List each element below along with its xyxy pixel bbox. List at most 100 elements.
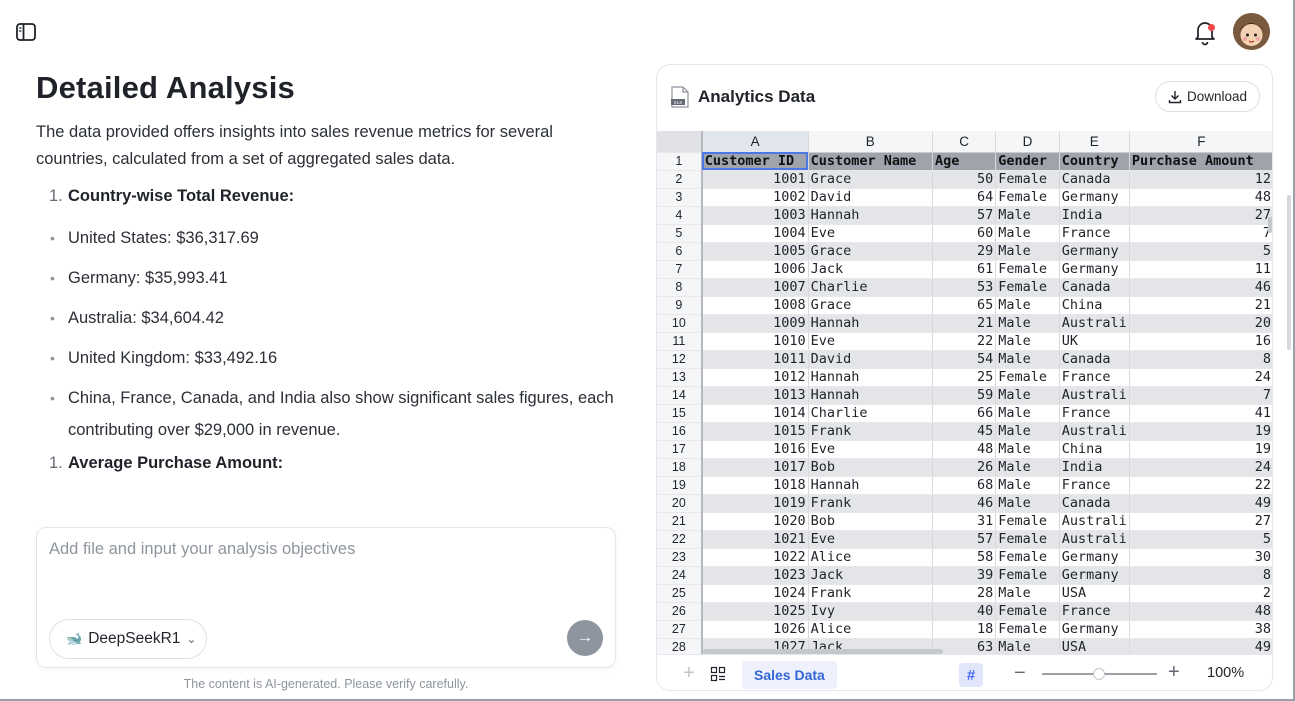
table-row[interactable]: 5 1004 Eve 60 Male France 7	[657, 224, 1272, 243]
table-cell[interactable]: 1024	[701, 584, 809, 603]
table-cell[interactable]: 1015	[701, 422, 809, 441]
column-header[interactable]: E	[1059, 131, 1130, 153]
table-cell[interactable]: Australi	[1059, 512, 1130, 531]
table-cell[interactable]: Hannah	[808, 386, 933, 405]
table-cell[interactable]: 5	[1129, 530, 1272, 549]
table-cell[interactable]: Hannah	[808, 206, 933, 225]
table-cell[interactable]: Eve	[808, 332, 933, 351]
table-row[interactable]: 6 1005 Grace 29 Male Germany 5	[657, 242, 1272, 261]
table-cell[interactable]: Female	[995, 170, 1060, 189]
zoom-slider-handle[interactable]	[1093, 668, 1105, 680]
table-cell[interactable]: 1006	[701, 260, 809, 279]
table-cell[interactable]: 1017	[701, 458, 809, 477]
table-cell[interactable]: 29	[932, 242, 997, 261]
table-cell[interactable]: Female	[995, 260, 1060, 279]
table-cell[interactable]: 16	[1129, 332, 1272, 351]
table-cell[interactable]: 1010	[701, 332, 809, 351]
table-cell[interactable]: Canada	[1059, 170, 1130, 189]
table-cell[interactable]: 54	[932, 350, 997, 369]
table-cell[interactable]: Australi	[1059, 422, 1130, 441]
table-cell[interactable]: 1007	[701, 278, 809, 297]
column-header[interactable]: C	[932, 131, 997, 153]
table-cell[interactable]: 1011	[701, 350, 809, 369]
row-number[interactable]: 27	[657, 620, 703, 639]
table-cell[interactable]: Germany	[1059, 566, 1130, 585]
table-cell[interactable]: Germany	[1059, 620, 1130, 639]
send-button[interactable]: →	[567, 620, 603, 656]
header-row[interactable]: 1 Customer ID Customer Name Age Gender Countr…	[657, 152, 1272, 171]
table-row[interactable]: 13 1012 Hannah 25 Female France 24	[657, 368, 1272, 387]
table-cell[interactable]: 49	[1129, 494, 1272, 513]
table-cell[interactable]: 1025	[701, 602, 809, 621]
table-cell[interactable]: 22	[932, 332, 997, 351]
table-row[interactable]: 7 1006 Jack 61 Female Germany 11	[657, 260, 1272, 279]
table-cell[interactable]: 24	[1129, 368, 1272, 387]
table-cell[interactable]: Germany	[1059, 188, 1130, 207]
table-cell[interactable]: 1019	[701, 494, 809, 513]
table-cell[interactable]: 65	[932, 296, 997, 315]
notification-button[interactable]	[1192, 18, 1218, 46]
table-cell[interactable]: 48	[1129, 188, 1272, 207]
table-cell[interactable]: Female	[995, 620, 1060, 639]
table-cell[interactable]: 1021	[701, 530, 809, 549]
download-button[interactable]: Download	[1155, 81, 1260, 112]
table-cell[interactable]: Charlie	[808, 404, 933, 423]
table-row[interactable]: 8 1007 Charlie 53 Female Canada 46	[657, 278, 1272, 297]
table-row[interactable]: 15 1014 Charlie 66 Male France 41	[657, 404, 1272, 423]
table-cell[interactable]: Australi	[1059, 530, 1130, 549]
table-cell[interactable]: 46	[1129, 278, 1272, 297]
table-row[interactable]: 21 1020 Bob 31 Female Australi 27	[657, 512, 1272, 531]
table-cell[interactable]: Frank	[808, 494, 933, 513]
table-cell[interactable]: 1020	[701, 512, 809, 531]
table-cell[interactable]: 60	[932, 224, 997, 243]
table-cell[interactable]: USA	[1059, 638, 1130, 654]
table-cell[interactable]: Female	[995, 548, 1060, 567]
row-number[interactable]: 17	[657, 440, 703, 459]
table-cell[interactable]: 7	[1129, 224, 1272, 243]
table-cell[interactable]: Female	[995, 530, 1060, 549]
row-number[interactable]: 25	[657, 584, 703, 603]
table-cell[interactable]: France	[1059, 368, 1130, 387]
row-number[interactable]: 26	[657, 602, 703, 621]
table-cell[interactable]: David	[808, 188, 933, 207]
table-cell[interactable]: Male	[995, 206, 1060, 225]
table-cell[interactable]: 64	[932, 188, 997, 207]
table-cell[interactable]: USA	[1059, 584, 1130, 603]
table-cell[interactable]: France	[1059, 224, 1130, 243]
table-cell[interactable]: China	[1059, 296, 1130, 315]
table-cell[interactable]: Male	[995, 404, 1060, 423]
row-number[interactable]: 8	[657, 278, 703, 297]
table-cell[interactable]: Female	[995, 566, 1060, 585]
model-selector[interactable]: 🐋 DeepSeekR1 ⌄	[49, 619, 207, 659]
table-cell[interactable]: 1018	[701, 476, 809, 495]
table-cell[interactable]: 19	[1129, 422, 1272, 441]
prompt-input-box[interactable]: Add file and input your analysis objecti…	[36, 527, 616, 668]
table-row[interactable]: 27 1026 Alice 18 Female Germany 38	[657, 620, 1272, 639]
table-cell[interactable]: Female	[995, 368, 1060, 387]
table-cell[interactable]: 28	[932, 584, 997, 603]
table-cell[interactable]: David	[808, 350, 933, 369]
row-number[interactable]: 9	[657, 296, 703, 315]
table-cell[interactable]: Canada	[1059, 350, 1130, 369]
table-cell[interactable]: 1009	[701, 314, 809, 333]
table-cell[interactable]: 22	[1129, 476, 1272, 495]
column-header[interactable]: F	[1129, 131, 1272, 153]
row-number[interactable]: 13	[657, 368, 703, 387]
table-cell[interactable]: Male	[995, 494, 1060, 513]
row-number[interactable]: 12	[657, 350, 703, 369]
row-number[interactable]: 23	[657, 548, 703, 567]
sidebar-toggle-button[interactable]	[14, 20, 38, 44]
header-cell[interactable]: Purchase Amount	[1129, 152, 1272, 171]
table-cell[interactable]: India	[1059, 458, 1130, 477]
table-cell[interactable]: 46	[932, 494, 997, 513]
table-cell[interactable]: 31	[932, 512, 997, 531]
row-number[interactable]: 21	[657, 512, 703, 531]
table-cell[interactable]: France	[1059, 404, 1130, 423]
table-cell[interactable]: 1003	[701, 206, 809, 225]
table-cell[interactable]: Germany	[1059, 242, 1130, 261]
table-cell[interactable]: Male	[995, 638, 1060, 654]
table-cell[interactable]: Frank	[808, 422, 933, 441]
table-cell[interactable]: France	[1059, 476, 1130, 495]
table-cell[interactable]: 40	[932, 602, 997, 621]
table-cell[interactable]: 50	[932, 170, 997, 189]
